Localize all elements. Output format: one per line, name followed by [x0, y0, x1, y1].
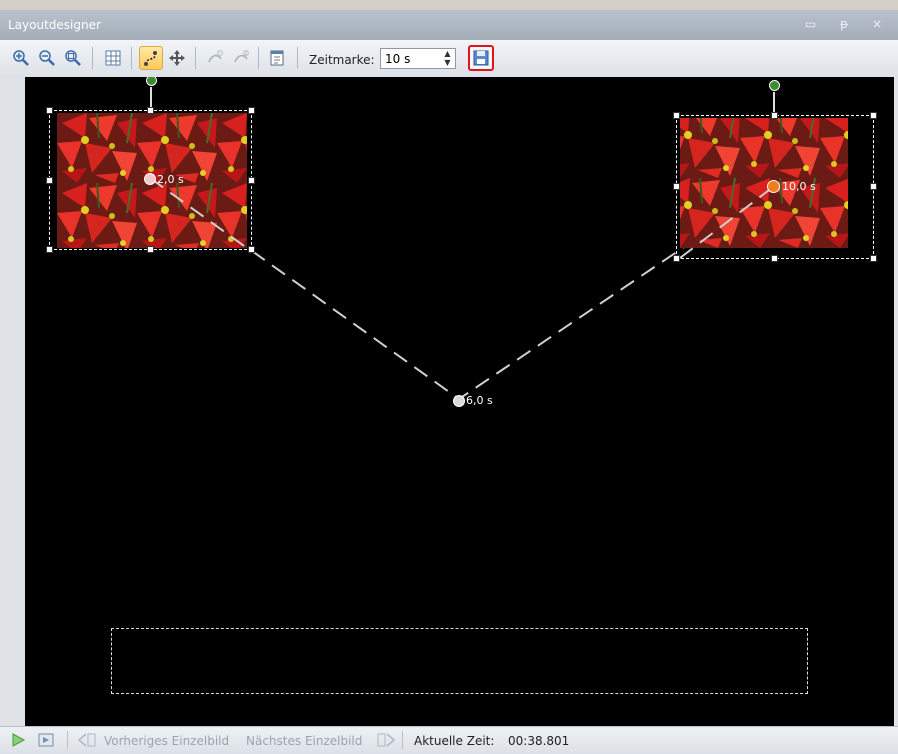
toolbar-separator: [297, 47, 298, 69]
save-keyframe-button[interactable]: [468, 45, 494, 71]
close-icon[interactable]: ×: [872, 17, 892, 31]
save-icon: [473, 50, 489, 66]
motion-path-icon[interactable]: [139, 46, 163, 70]
title-bar: Layoutdesigner ▭ ᵽ ×: [0, 10, 898, 40]
right-ruler: [894, 77, 898, 726]
toolbar: Zeitmarke: 10 s ▲ ▼: [0, 40, 898, 78]
window-title: Layoutdesigner: [8, 18, 101, 32]
resize-handle[interactable]: [46, 107, 53, 114]
resize-handle[interactable]: [46, 246, 53, 253]
keyframe-marker-active[interactable]: [767, 180, 780, 193]
zoom-in-icon[interactable]: [9, 46, 33, 70]
zoom-fit-icon[interactable]: [61, 46, 85, 70]
next-frame-button[interactable]: Nächstes Einzelbild: [246, 734, 362, 748]
toolbar-separator: [131, 47, 132, 69]
resize-handle[interactable]: [147, 246, 154, 253]
left-ruler: [0, 77, 25, 726]
properties-icon[interactable]: [265, 46, 289, 70]
grid-icon[interactable]: [101, 46, 125, 70]
resize-handle[interactable]: [248, 107, 255, 114]
resize-handle[interactable]: [673, 183, 680, 190]
toolbar-separator: [258, 47, 259, 69]
zeitmarke-spinner[interactable]: ▲ ▼: [441, 49, 454, 68]
spin-down-icon[interactable]: ▼: [441, 58, 454, 67]
toolbar-separator: [195, 47, 196, 69]
zoom-out-icon[interactable]: [35, 46, 59, 70]
resize-handle[interactable]: [870, 255, 877, 262]
remove-keyframe-icon[interactable]: [229, 46, 253, 70]
restore-icon[interactable]: ▭: [805, 17, 826, 31]
toolbar-separator: [92, 47, 93, 69]
window-controls[interactable]: ▭ ᵽ ×: [805, 17, 892, 31]
rotate-handle[interactable]: [769, 80, 780, 91]
keyframe-marker[interactable]: [453, 395, 465, 407]
pin-icon[interactable]: ᵽ: [840, 17, 858, 31]
keyframe-time-label: 6,0 s: [466, 394, 493, 407]
current-time-value: 00:38.801: [508, 734, 570, 748]
resize-handle[interactable]: [673, 255, 680, 262]
resize-handle[interactable]: [147, 107, 154, 114]
resize-handle[interactable]: [870, 183, 877, 190]
play-icon[interactable]: [10, 732, 26, 751]
current-time-label: Aktuelle Zeit:: [414, 734, 495, 748]
keyframe-time-label: 2,0 s: [157, 173, 184, 186]
resize-handle[interactable]: [870, 112, 877, 119]
resize-handle[interactable]: [248, 177, 255, 184]
next-frame-icon: [376, 732, 396, 751]
move-icon[interactable]: [165, 46, 189, 70]
resize-handle[interactable]: [46, 177, 53, 184]
prev-frame-icon: [77, 732, 97, 751]
keyframe-marker[interactable]: [144, 173, 156, 185]
resize-handle[interactable]: [248, 246, 255, 253]
resize-handle[interactable]: [771, 112, 778, 119]
text-placeholder-box[interactable]: [111, 628, 808, 694]
spin-up-icon[interactable]: ▲: [441, 49, 454, 58]
zeitmarke-label: Zeitmarke:: [309, 53, 375, 67]
preview-icon[interactable]: [38, 732, 56, 751]
keyframe-time-label: 10,0 s: [782, 180, 816, 193]
resize-handle[interactable]: [673, 112, 680, 119]
prev-frame-button[interactable]: Vorheriges Einzelbild: [104, 734, 229, 748]
status-bar: Vorheriges Einzelbild Nächstes Einzelbil…: [0, 726, 898, 754]
add-keyframe-icon[interactable]: [203, 46, 227, 70]
layout-canvas[interactable]: 2,0 s 6,0 s 10,0 s: [25, 77, 894, 726]
resize-handle[interactable]: [771, 255, 778, 262]
